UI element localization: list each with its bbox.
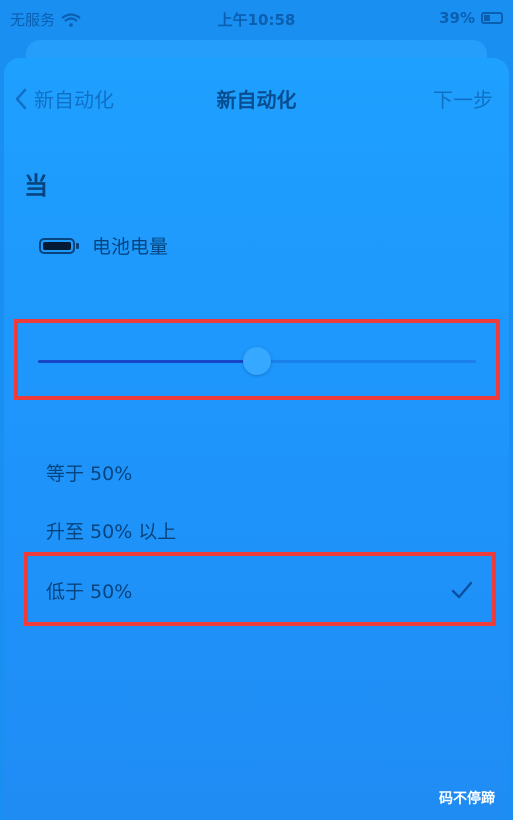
option-fall-below[interactable]: 低于 50% xyxy=(46,570,473,610)
automation-sheet xyxy=(4,58,509,820)
nav-bar: 新自动化 新自动化 下一步 xyxy=(0,84,513,114)
section-title: 当 xyxy=(24,172,48,200)
checkmark-icon xyxy=(451,581,473,599)
battery-icon xyxy=(39,237,79,254)
next-button[interactable]: 下一步 xyxy=(433,84,493,113)
status-battery-icon xyxy=(481,12,503,24)
status-battery: 39% xyxy=(439,9,503,27)
status-time: 上午10:58 xyxy=(217,11,296,29)
option-equal[interactable]: 等于 50% xyxy=(46,452,473,492)
trigger-label: 电池电量 xyxy=(92,236,169,258)
battery-slider[interactable] xyxy=(38,347,476,375)
option-label: 升至 50% 以上 xyxy=(46,520,177,543)
trigger-battery-level[interactable]: 电池电量 xyxy=(38,232,168,259)
battery-percent: 39% xyxy=(439,9,475,27)
slider-thumb[interactable] xyxy=(243,347,271,375)
slider-fill xyxy=(38,360,257,363)
option-rise-above[interactable]: 升至 50% 以上 xyxy=(46,510,473,550)
watermark-text: 码不停蹄 xyxy=(439,791,495,807)
option-label: 低于 50% xyxy=(46,580,133,603)
status-bar: 无服务 上午10:58 39% xyxy=(0,0,513,36)
option-label: 等于 50% xyxy=(46,462,133,485)
